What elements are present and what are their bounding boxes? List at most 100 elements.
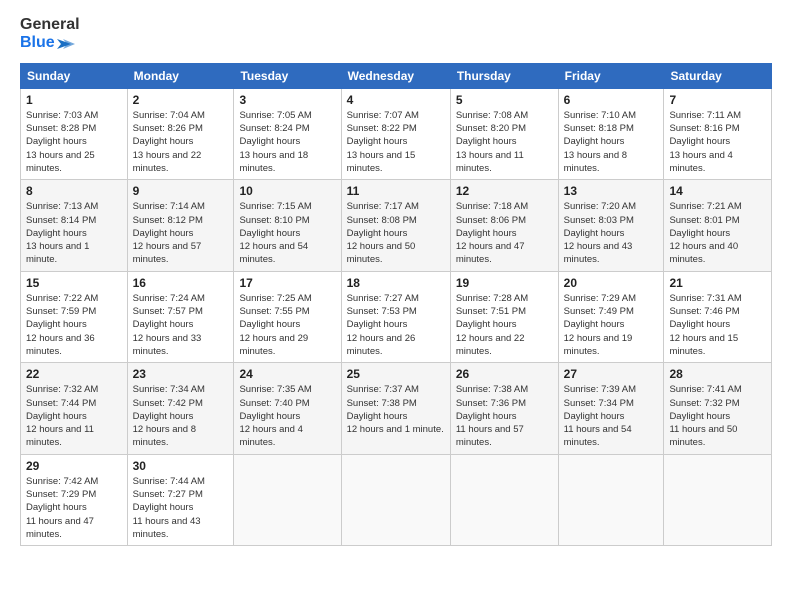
day-info: Sunrise: 7:21 AM Sunset: 8:01 PM Dayligh… — [669, 200, 766, 266]
day-number: 7 — [669, 93, 766, 107]
calendar-cell: 9 Sunrise: 7:14 AM Sunset: 8:12 PM Dayli… — [127, 180, 234, 271]
calendar-cell: 29 Sunrise: 7:42 AM Sunset: 7:29 PM Dayl… — [21, 454, 128, 545]
day-number: 16 — [133, 276, 229, 290]
day-number: 13 — [564, 184, 659, 198]
calendar-cell: 23 Sunrise: 7:34 AM Sunset: 7:42 PM Dayl… — [127, 363, 234, 454]
calendar-cell: 1 Sunrise: 7:03 AM Sunset: 8:28 PM Dayli… — [21, 88, 128, 179]
calendar-week-row: 15 Sunrise: 7:22 AM Sunset: 7:59 PM Dayl… — [21, 271, 772, 362]
calendar-cell: 18 Sunrise: 7:27 AM Sunset: 7:53 PM Dayl… — [341, 271, 450, 362]
day-info: Sunrise: 7:25 AM Sunset: 7:55 PM Dayligh… — [239, 292, 335, 358]
day-info: Sunrise: 7:05 AM Sunset: 8:24 PM Dayligh… — [239, 109, 335, 175]
day-number: 15 — [26, 276, 122, 290]
day-info: Sunrise: 7:07 AM Sunset: 8:22 PM Dayligh… — [347, 109, 445, 175]
day-number: 26 — [456, 367, 553, 381]
day-info: Sunrise: 7:13 AM Sunset: 8:14 PM Dayligh… — [26, 200, 122, 266]
day-number: 10 — [239, 184, 335, 198]
day-info: Sunrise: 7:18 AM Sunset: 8:06 PM Dayligh… — [456, 200, 553, 266]
calendar-cell: 12 Sunrise: 7:18 AM Sunset: 8:06 PM Dayl… — [450, 180, 558, 271]
day-info: Sunrise: 7:44 AM Sunset: 7:27 PM Dayligh… — [133, 475, 229, 541]
day-info: Sunrise: 7:22 AM Sunset: 7:59 PM Dayligh… — [26, 292, 122, 358]
day-info: Sunrise: 7:39 AM Sunset: 7:34 PM Dayligh… — [564, 383, 659, 449]
calendar-cell: 2 Sunrise: 7:04 AM Sunset: 8:26 PM Dayli… — [127, 88, 234, 179]
day-number: 20 — [564, 276, 659, 290]
day-number: 22 — [26, 367, 122, 381]
calendar-cell: 28 Sunrise: 7:41 AM Sunset: 7:32 PM Dayl… — [664, 363, 772, 454]
calendar-cell — [234, 454, 341, 545]
day-info: Sunrise: 7:03 AM Sunset: 8:28 PM Dayligh… — [26, 109, 122, 175]
day-info: Sunrise: 7:24 AM Sunset: 7:57 PM Dayligh… — [133, 292, 229, 358]
day-number: 5 — [456, 93, 553, 107]
calendar-cell: 5 Sunrise: 7:08 AM Sunset: 8:20 PM Dayli… — [450, 88, 558, 179]
calendar-week-row: 1 Sunrise: 7:03 AM Sunset: 8:28 PM Dayli… — [21, 88, 772, 179]
weekday-header-saturday: Saturday — [664, 63, 772, 88]
logo-text: General Blue — [20, 16, 80, 53]
day-info: Sunrise: 7:04 AM Sunset: 8:26 PM Dayligh… — [133, 109, 229, 175]
day-info: Sunrise: 7:15 AM Sunset: 8:10 PM Dayligh… — [239, 200, 335, 266]
day-info: Sunrise: 7:29 AM Sunset: 7:49 PM Dayligh… — [564, 292, 659, 358]
day-number: 19 — [456, 276, 553, 290]
day-info: Sunrise: 7:20 AM Sunset: 8:03 PM Dayligh… — [564, 200, 659, 266]
weekday-header-thursday: Thursday — [450, 63, 558, 88]
calendar-cell: 10 Sunrise: 7:15 AM Sunset: 8:10 PM Dayl… — [234, 180, 341, 271]
day-number: 12 — [456, 184, 553, 198]
day-number: 17 — [239, 276, 335, 290]
day-info: Sunrise: 7:31 AM Sunset: 7:46 PM Dayligh… — [669, 292, 766, 358]
calendar-cell: 26 Sunrise: 7:38 AM Sunset: 7:36 PM Dayl… — [450, 363, 558, 454]
day-number: 21 — [669, 276, 766, 290]
calendar-week-row: 8 Sunrise: 7:13 AM Sunset: 8:14 PM Dayli… — [21, 180, 772, 271]
day-number: 24 — [239, 367, 335, 381]
calendar-cell — [450, 454, 558, 545]
day-number: 18 — [347, 276, 445, 290]
day-info: Sunrise: 7:08 AM Sunset: 8:20 PM Dayligh… — [456, 109, 553, 175]
calendar-cell: 19 Sunrise: 7:28 AM Sunset: 7:51 PM Dayl… — [450, 271, 558, 362]
logo-arrow-icon — [57, 37, 75, 51]
calendar-cell: 24 Sunrise: 7:35 AM Sunset: 7:40 PM Dayl… — [234, 363, 341, 454]
calendar-cell: 3 Sunrise: 7:05 AM Sunset: 8:24 PM Dayli… — [234, 88, 341, 179]
calendar-cell: 16 Sunrise: 7:24 AM Sunset: 7:57 PM Dayl… — [127, 271, 234, 362]
calendar-cell: 21 Sunrise: 7:31 AM Sunset: 7:46 PM Dayl… — [664, 271, 772, 362]
day-info: Sunrise: 7:11 AM Sunset: 8:16 PM Dayligh… — [669, 109, 766, 175]
day-info: Sunrise: 7:14 AM Sunset: 8:12 PM Dayligh… — [133, 200, 229, 266]
weekday-header-friday: Friday — [558, 63, 664, 88]
weekday-header-tuesday: Tuesday — [234, 63, 341, 88]
day-info: Sunrise: 7:34 AM Sunset: 7:42 PM Dayligh… — [133, 383, 229, 449]
day-info: Sunrise: 7:28 AM Sunset: 7:51 PM Dayligh… — [456, 292, 553, 358]
day-info: Sunrise: 7:35 AM Sunset: 7:40 PM Dayligh… — [239, 383, 335, 449]
day-number: 2 — [133, 93, 229, 107]
day-number: 25 — [347, 367, 445, 381]
calendar-cell: 22 Sunrise: 7:32 AM Sunset: 7:44 PM Dayl… — [21, 363, 128, 454]
calendar-cell: 14 Sunrise: 7:21 AM Sunset: 8:01 PM Dayl… — [664, 180, 772, 271]
calendar-cell: 8 Sunrise: 7:13 AM Sunset: 8:14 PM Dayli… — [21, 180, 128, 271]
day-info: Sunrise: 7:10 AM Sunset: 8:18 PM Dayligh… — [564, 109, 659, 175]
calendar-header-row: SundayMondayTuesdayWednesdayThursdayFrid… — [21, 63, 772, 88]
calendar-cell: 20 Sunrise: 7:29 AM Sunset: 7:49 PM Dayl… — [558, 271, 664, 362]
day-number: 30 — [133, 459, 229, 473]
calendar-cell — [664, 454, 772, 545]
day-info: Sunrise: 7:32 AM Sunset: 7:44 PM Dayligh… — [26, 383, 122, 449]
calendar-cell: 27 Sunrise: 7:39 AM Sunset: 7:34 PM Dayl… — [558, 363, 664, 454]
day-info: Sunrise: 7:17 AM Sunset: 8:08 PM Dayligh… — [347, 200, 445, 266]
calendar-week-row: 22 Sunrise: 7:32 AM Sunset: 7:44 PM Dayl… — [21, 363, 772, 454]
calendar-cell: 6 Sunrise: 7:10 AM Sunset: 8:18 PM Dayli… — [558, 88, 664, 179]
weekday-header-monday: Monday — [127, 63, 234, 88]
day-info: Sunrise: 7:42 AM Sunset: 7:29 PM Dayligh… — [26, 475, 122, 541]
page-header: General Blue — [20, 16, 772, 53]
calendar-cell: 11 Sunrise: 7:17 AM Sunset: 8:08 PM Dayl… — [341, 180, 450, 271]
calendar-cell: 4 Sunrise: 7:07 AM Sunset: 8:22 PM Dayli… — [341, 88, 450, 179]
day-number: 1 — [26, 93, 122, 107]
calendar-cell: 7 Sunrise: 7:11 AM Sunset: 8:16 PM Dayli… — [664, 88, 772, 179]
day-number: 29 — [26, 459, 122, 473]
day-number: 23 — [133, 367, 229, 381]
calendar-cell: 17 Sunrise: 7:25 AM Sunset: 7:55 PM Dayl… — [234, 271, 341, 362]
calendar-table: SundayMondayTuesdayWednesdayThursdayFrid… — [20, 63, 772, 546]
day-number: 27 — [564, 367, 659, 381]
logo: General Blue — [20, 16, 80, 53]
day-info: Sunrise: 7:41 AM Sunset: 7:32 PM Dayligh… — [669, 383, 766, 449]
day-number: 8 — [26, 184, 122, 198]
day-info: Sunrise: 7:38 AM Sunset: 7:36 PM Dayligh… — [456, 383, 553, 449]
day-number: 28 — [669, 367, 766, 381]
day-info: Sunrise: 7:37 AM Sunset: 7:38 PM Dayligh… — [347, 383, 445, 436]
calendar-cell: 15 Sunrise: 7:22 AM Sunset: 7:59 PM Dayl… — [21, 271, 128, 362]
calendar-cell: 30 Sunrise: 7:44 AM Sunset: 7:27 PM Dayl… — [127, 454, 234, 545]
calendar-cell: 25 Sunrise: 7:37 AM Sunset: 7:38 PM Dayl… — [341, 363, 450, 454]
